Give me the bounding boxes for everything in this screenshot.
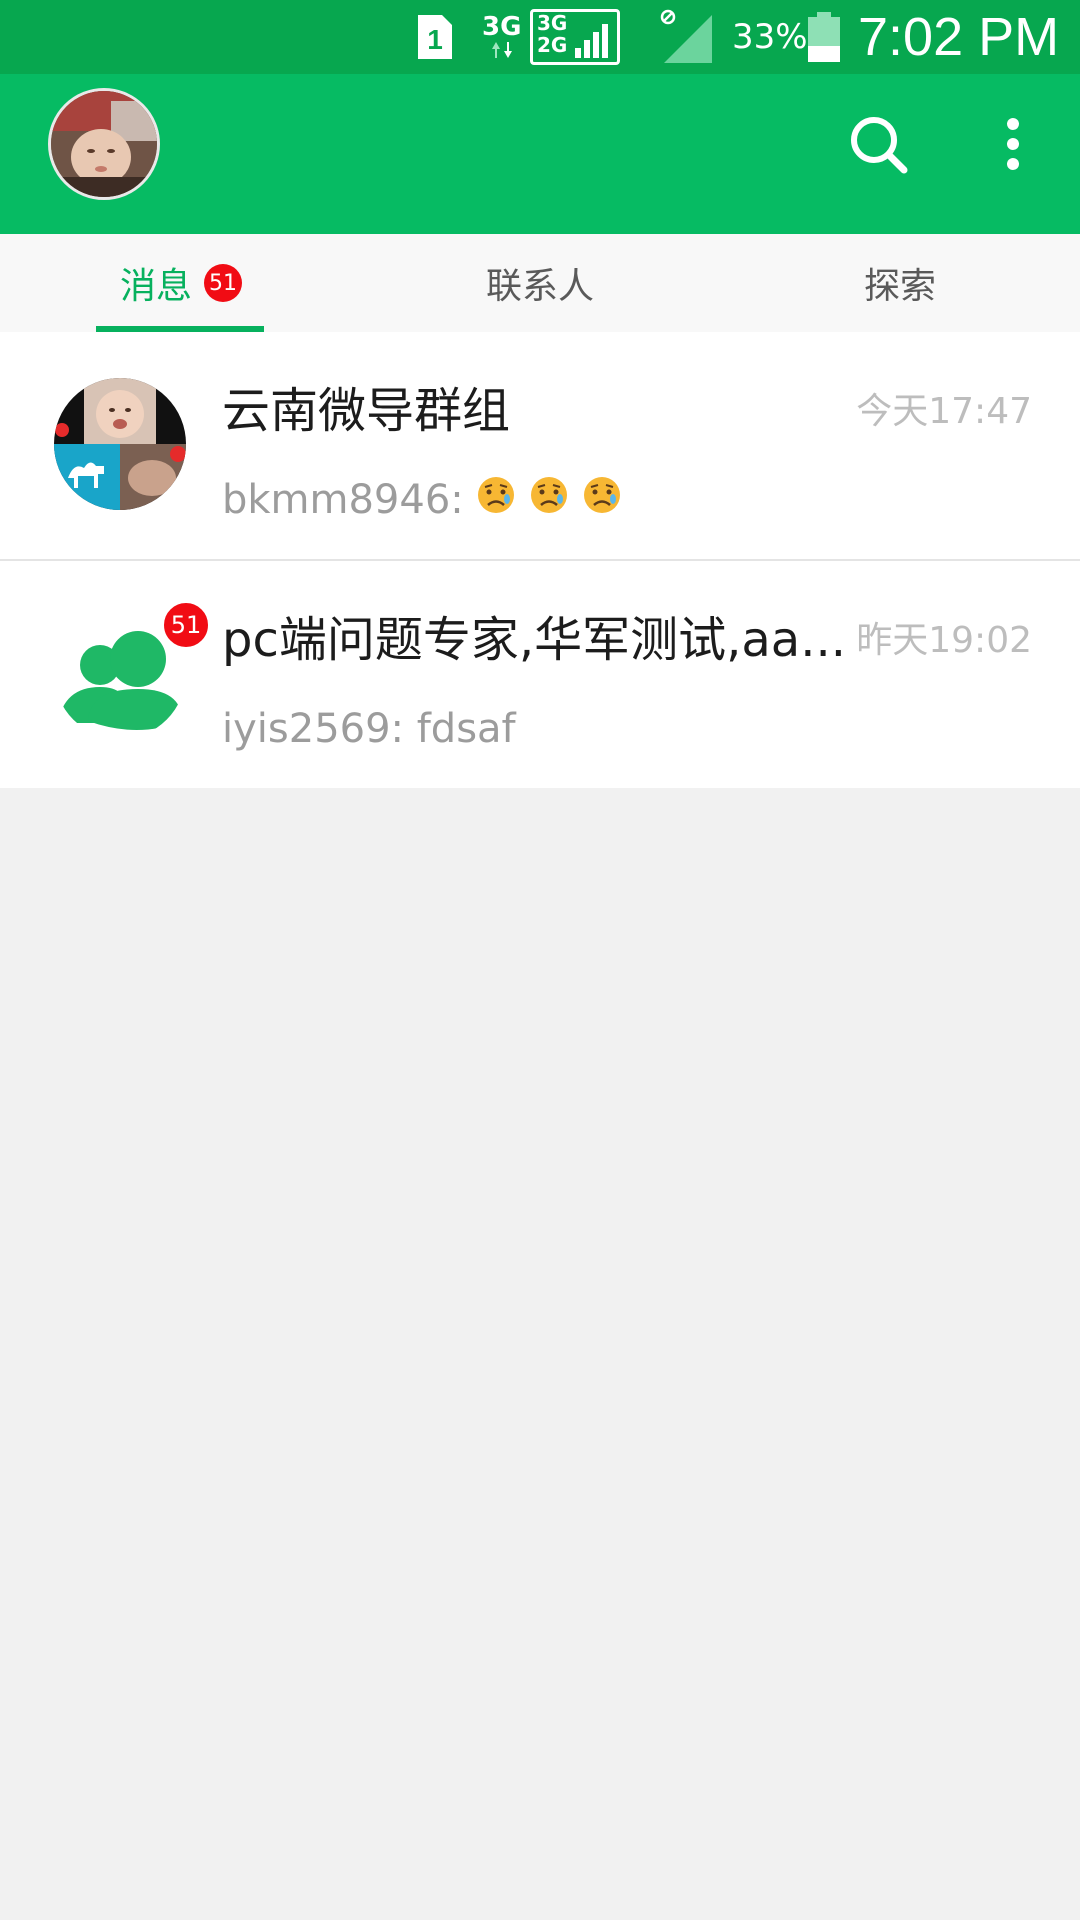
- conversation-preview: iyis2569: fdsaf: [222, 706, 516, 752]
- battery-icon: [808, 0, 840, 74]
- preview-text: bkmm8946:: [222, 477, 477, 523]
- group-photo-collage: [54, 378, 186, 510]
- tab-messages[interactable]: 消息 51: [96, 234, 266, 332]
- signal-bars-icon: [575, 24, 608, 58]
- search-button[interactable]: [846, 110, 910, 180]
- tab-messages-label: 消息: [119, 266, 192, 307]
- more-vert-icon: [1007, 118, 1019, 170]
- tab-explore-label: 探索: [863, 266, 936, 307]
- group-avatar: [54, 378, 186, 510]
- network-3g-label: 3G: [482, 12, 522, 42]
- battery-percentage: 33%: [732, 17, 808, 57]
- network-3g-indicator: 3G: [482, 0, 521, 74]
- conversation-unread-badge: 51: [162, 601, 210, 649]
- dual-network-signal: 3G 2G: [530, 0, 620, 74]
- conversation-time: 昨天19:02: [856, 620, 1032, 661]
- conversation-time: 今天17:47: [856, 391, 1032, 432]
- unread-badge: 51: [204, 264, 242, 302]
- conversation-row[interactable]: 51 pc端问题专家,华军测试,aa... 昨天19:02 iyis2569: …: [0, 559, 1080, 788]
- search-icon: [851, 117, 908, 174]
- signal-no-service-icon: [660, 0, 716, 74]
- sad-face-emoji-icon: [529, 472, 569, 532]
- avatar-photo: [51, 91, 157, 197]
- sad-face-emoji-icon: [582, 472, 622, 532]
- more-options-button[interactable]: [998, 110, 1028, 180]
- conversation-list: 云南微导群组 今天17:47 bkmm8946: 51 pc端问题专家,华军测试…: [0, 332, 1080, 788]
- status-clock: 7:02 PM: [858, 7, 1060, 67]
- tab-contacts-label: 联系人: [485, 266, 594, 307]
- sad-face-emoji-icon: [476, 472, 516, 532]
- app-bar: [0, 74, 1080, 234]
- tab-contacts[interactable]: 联系人: [440, 234, 640, 332]
- conversation-title: 云南微导群组: [222, 383, 511, 439]
- conversation-preview: bkmm8946:: [222, 470, 622, 532]
- conversation-row[interactable]: 云南微导群组 今天17:47 bkmm8946:: [0, 332, 1080, 559]
- user-avatar[interactable]: [48, 88, 160, 200]
- sim-card-icon: 1: [418, 0, 452, 74]
- sim-label: 1: [427, 24, 443, 55]
- tab-bar: 消息 51 联系人 探索: [0, 234, 1080, 332]
- status-bar: 1 3G 3G 2G 33% 7:02 PM: [0, 0, 1080, 74]
- data-arrows-icon: [491, 42, 512, 58]
- tab-explore[interactable]: 探索: [810, 234, 990, 332]
- conversation-title: pc端问题专家,华军测试,aa...: [222, 612, 846, 668]
